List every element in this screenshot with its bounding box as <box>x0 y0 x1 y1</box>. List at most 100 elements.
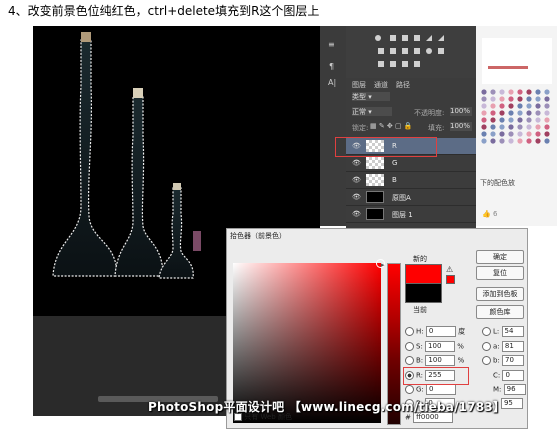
brightness-field[interactable]: B: 100 % <box>405 355 464 367</box>
lab-b-input[interactable]: 70 <box>502 355 525 366</box>
cyan-label: C: <box>493 371 501 380</box>
cyan-input[interactable]: 0 <box>502 370 525 381</box>
tab-paths[interactable]: 路径 <box>396 80 410 90</box>
adjustment-icons[interactable] <box>346 26 476 78</box>
saturation-label: S: <box>416 342 423 351</box>
color-dot <box>499 117 505 123</box>
brightness-input[interactable]: 100 <box>425 355 456 366</box>
hue-field[interactable]: H: 0 度 <box>405 326 465 338</box>
color-dot <box>490 103 496 109</box>
ok-button[interactable]: 确定 <box>476 250 524 264</box>
lock-label: 锁定: <box>352 124 369 132</box>
highlight-box-red <box>403 367 469 385</box>
color-dot <box>508 96 514 102</box>
add-to-swatches-button[interactable]: 添加到色板 <box>476 287 524 301</box>
hue-slider-arrow-icon[interactable]: ▸ <box>381 261 385 269</box>
color-dot <box>508 110 514 116</box>
layer-thumbnail <box>366 157 384 169</box>
layer-row-layer1[interactable]: 👁 图层 1 <box>346 206 476 223</box>
color-dot <box>535 138 541 144</box>
visibility-eye-icon[interactable]: 👁 <box>352 176 361 184</box>
lab-a-label: a: <box>493 342 500 351</box>
layer-name: G <box>392 159 398 167</box>
opacity-input[interactable]: 100% <box>450 107 472 116</box>
current-color-swatch[interactable] <box>405 283 442 303</box>
lab-l-label: L: <box>493 327 500 336</box>
saturation-input[interactable]: 100 <box>425 341 456 352</box>
lab-a-radio[interactable] <box>482 342 491 351</box>
color-dot <box>517 138 523 144</box>
color-dot <box>508 117 514 123</box>
lab-l-field[interactable]: L: 54 <box>482 326 524 338</box>
color-dot-grid <box>481 38 552 144</box>
color-dot <box>481 117 487 123</box>
color-dot <box>517 103 523 109</box>
magenta-field[interactable]: M: 96 <box>493 384 526 396</box>
saturation-field[interactable]: S: 100 % <box>405 341 464 353</box>
character-icon[interactable]: A| <box>328 78 336 87</box>
green-field[interactable]: G: 0 <box>405 384 457 396</box>
color-dot <box>508 89 514 95</box>
lab-l-radio[interactable] <box>482 327 491 336</box>
visibility-eye-icon[interactable]: 👁 <box>352 210 361 218</box>
lab-a-input[interactable]: 81 <box>501 341 524 352</box>
color-dot <box>499 131 505 137</box>
visibility-eye-icon[interactable]: 👁 <box>352 193 361 201</box>
color-dot <box>508 103 514 109</box>
color-libraries-button[interactable]: 颜色库 <box>476 305 524 319</box>
color-dot <box>544 138 550 144</box>
color-dot <box>499 110 505 116</box>
magenta-input[interactable]: 96 <box>503 384 526 395</box>
lab-b-radio[interactable] <box>482 356 491 365</box>
color-dot <box>490 131 496 137</box>
lab-b-field[interactable]: b: 70 <box>482 355 525 367</box>
layer-row-g[interactable]: 👁 G <box>346 155 476 172</box>
tab-layers[interactable]: 图层 <box>352 80 366 90</box>
green-input[interactable]: 0 <box>426 384 457 395</box>
gamut-swatch[interactable] <box>446 275 455 284</box>
visibility-eye-icon[interactable]: 👁 <box>352 159 361 167</box>
color-dot <box>526 103 532 109</box>
color-dot <box>508 138 514 144</box>
layer-row-original[interactable]: 👁 原图A <box>346 189 476 206</box>
color-dot <box>535 89 541 95</box>
fill-input[interactable]: 100% <box>450 122 472 131</box>
fill-label: 填充: <box>428 124 445 132</box>
panel-icon-strip: ≡ ¶ A| <box>320 26 347 226</box>
color-dot <box>535 96 541 102</box>
lab-l-input[interactable]: 54 <box>501 326 524 337</box>
color-dot <box>526 138 532 144</box>
lock-icons[interactable]: ▦ ✎ ✥ ▢ 🔒 <box>370 122 413 130</box>
dialog-title: 拾色器（前景色） <box>230 232 286 240</box>
layer-name: B <box>392 176 397 184</box>
current-color-label: 当前 <box>413 306 427 314</box>
color-dot <box>535 117 541 123</box>
blend-mode-dropdown[interactable]: 正常 ▾ <box>352 107 392 116</box>
hue-label: H: <box>416 327 424 336</box>
paragraph-icon[interactable]: ¶ <box>329 62 334 71</box>
tab-channels[interactable]: 通道 <box>374 80 388 90</box>
brightness-radio[interactable] <box>405 356 414 365</box>
cyan-field[interactable]: C: 0 <box>493 370 525 382</box>
saturation-radio[interactable] <box>405 342 414 351</box>
color-dot <box>499 124 505 130</box>
color-dot <box>499 138 505 144</box>
layer-filter-dropdown[interactable]: 类型 ▾ <box>352 92 390 101</box>
watermark: PhotoShop平面设计吧 【www.linecg.com/tieba/178… <box>148 400 506 414</box>
color-dot <box>535 110 541 116</box>
green-radio[interactable] <box>405 385 414 394</box>
green-label: G: <box>416 385 424 394</box>
hue-input[interactable]: 0 <box>425 326 456 337</box>
color-dot <box>544 96 550 102</box>
web-panel-text: 下的配色放 <box>480 179 515 187</box>
brightness-unit: % <box>457 356 465 365</box>
gamut-warning-icon[interactable]: ⚠ <box>446 265 453 274</box>
saturation-unit: % <box>457 342 464 351</box>
layer-row-b[interactable]: 👁 B <box>346 172 476 189</box>
history-icon[interactable]: ≡ <box>328 40 335 49</box>
reset-button[interactable]: 复位 <box>476 266 524 280</box>
hue-radio[interactable] <box>405 327 414 336</box>
color-dot <box>517 89 523 95</box>
like-icon[interactable]: 👍 6 <box>482 210 497 218</box>
lab-a-field[interactable]: a: 81 <box>482 341 524 353</box>
